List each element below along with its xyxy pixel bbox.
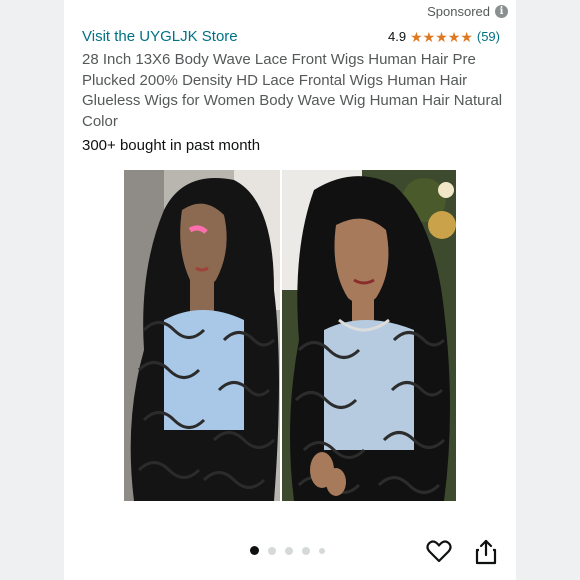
carousel-dot[interactable]	[319, 547, 325, 554]
sponsored-text: Sponsored	[427, 4, 490, 19]
product-photo-wigs	[124, 170, 456, 501]
sponsored-label[interactable]: Sponsored i	[427, 4, 508, 19]
carousel-dot[interactable]	[268, 546, 276, 555]
share-button[interactable]	[474, 539, 498, 565]
rating-value: 4.9	[387, 29, 407, 44]
product-card: Sponsored i Visit the UYGLJK Store 4.9 ★…	[64, 0, 516, 580]
star-icon: ★	[447, 28, 461, 45]
carousel-dot[interactable]	[302, 546, 310, 555]
product-title[interactable]: 28 Inch 13X6 Body Wave Lace Front Wigs H…	[82, 50, 504, 132]
star-icon: ★	[435, 28, 448, 45]
store-link[interactable]: Visit the UYGLJK Store	[82, 28, 238, 45]
carousel-dot[interactable]	[285, 546, 293, 555]
review-count-link[interactable]: (59)	[477, 29, 500, 44]
info-icon[interactable]: i	[495, 5, 508, 18]
bought-count: 300+ bought in past month	[82, 137, 261, 154]
rating[interactable]: 4.9 ★ ★ ★ ★ ★ (59)	[388, 29, 500, 44]
wishlist-button[interactable]	[426, 539, 452, 563]
star-icon: ★	[410, 28, 423, 45]
star-icon: ★	[460, 28, 473, 45]
product-image[interactable]	[124, 170, 456, 501]
share-icon	[475, 539, 497, 565]
star-icon: ★	[422, 28, 436, 45]
heart-icon	[426, 540, 452, 563]
carousel-dots[interactable]	[250, 546, 325, 555]
star-rating: ★ ★ ★ ★ ★	[410, 30, 473, 44]
store-rating-row: Visit the UYGLJK Store 4.9 ★ ★ ★ ★ ★ (59…	[82, 28, 500, 45]
carousel-dot[interactable]	[250, 546, 259, 555]
